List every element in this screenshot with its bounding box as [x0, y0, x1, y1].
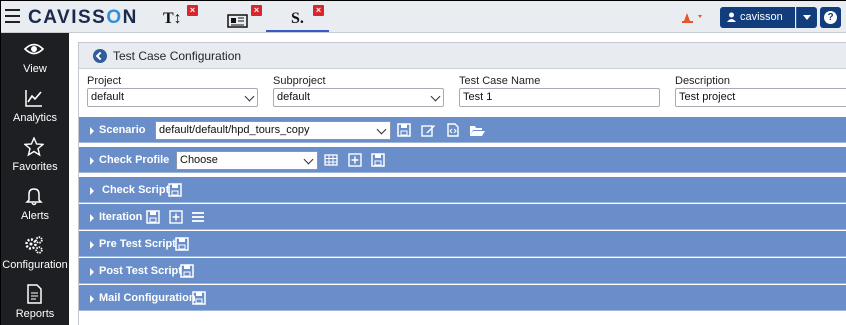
- save-icon[interactable]: [146, 210, 160, 224]
- news-icon: [227, 14, 248, 28]
- sidebar-item-analytics[interactable]: Analytics: [1, 84, 69, 132]
- bell-icon: [25, 188, 43, 206]
- eye-icon: [24, 43, 44, 55]
- expand-caret-icon: [90, 187, 94, 195]
- user-icon: [727, 12, 736, 22]
- save-icon[interactable]: [168, 183, 182, 197]
- chevron-down-icon: [376, 124, 387, 135]
- section-iteration[interactable]: Iteration: [79, 204, 846, 230]
- sidebar-item-label: Reports: [15, 308, 55, 320]
- page-title: Test Case Configuration: [113, 49, 242, 63]
- sidebar-item-alerts[interactable]: Alerts: [1, 182, 69, 230]
- edit-icon[interactable]: [421, 123, 435, 137]
- add-icon[interactable]: [348, 153, 362, 167]
- hamburger-menu-icon[interactable]: [5, 9, 20, 23]
- brand-logo: CAVISSON: [28, 7, 138, 28]
- list-icon[interactable]: [191, 210, 205, 224]
- expand-caret-icon: [90, 268, 94, 276]
- panel-header: Test Case Configuration: [79, 43, 846, 69]
- section-title: Scenario: [99, 124, 146, 136]
- section-post-test-script[interactable]: Post Test Script: [79, 258, 846, 284]
- section-title: Pre Test Script: [99, 238, 176, 250]
- sidebar-item-reports[interactable]: Reports: [1, 280, 69, 325]
- section-scenario[interactable]: Scenario default/default/hpd_tours_copy: [79, 117, 846, 143]
- save-icon[interactable]: [175, 237, 189, 251]
- section-title: Check Script: [102, 184, 170, 196]
- description-label: Description: [675, 75, 731, 87]
- scenario-select[interactable]: default/default/hpd_tours_copy: [155, 121, 391, 140]
- save-icon[interactable]: [397, 123, 411, 137]
- sidebar-item-label: Configuration: [2, 259, 68, 271]
- gears-icon: [25, 236, 43, 254]
- section-check-profile[interactable]: Check Profile Choose: [79, 147, 846, 173]
- code-file-icon[interactable]: [446, 123, 460, 137]
- subproject-label: Subproject: [273, 75, 326, 87]
- test-case-name-label: Test Case Name: [459, 75, 541, 87]
- section-title: Post Test Script: [99, 265, 182, 277]
- chevron-down-icon: [244, 91, 255, 102]
- back-arrow-icon[interactable]: [93, 49, 107, 63]
- analytics-icon: [25, 90, 42, 107]
- user-menu-button[interactable]: cavisson: [720, 7, 795, 28]
- save-icon[interactable]: [192, 291, 206, 305]
- section-check-script[interactable]: Check Script: [79, 177, 846, 203]
- test-case-config-panel: Test Case Configuration Project default …: [78, 42, 846, 325]
- help-icon: ?: [824, 11, 837, 24]
- save-icon[interactable]: [180, 264, 194, 278]
- expand-caret-icon: [90, 295, 94, 303]
- section-title: Iteration: [99, 211, 143, 223]
- script-icon: S.: [291, 10, 304, 27]
- expand-caret-icon: [90, 241, 94, 249]
- sidebar-item-view[interactable]: View: [1, 35, 69, 83]
- star-icon: [24, 137, 44, 157]
- expand-caret-icon: [90, 214, 94, 222]
- sidebar: View Analytics Favorites Alerts Configur…: [1, 33, 69, 325]
- expand-caret-icon: [90, 157, 94, 165]
- close-tab-icon[interactable]: ×: [187, 5, 198, 16]
- sidebar-item-label: View: [23, 63, 47, 75]
- tab-script[interactable]: S. ×: [266, 5, 329, 32]
- section-mail-configuration[interactable]: Mail Configuration: [79, 285, 846, 311]
- section-pre-test-script[interactable]: Pre Test Script: [79, 231, 846, 257]
- description-input[interactable]: Test project: [675, 88, 846, 107]
- sidebar-item-label: Alerts: [20, 210, 50, 222]
- user-dropdown-caret-icon[interactable]: [796, 7, 817, 28]
- check-profile-select[interactable]: Choose: [176, 151, 318, 170]
- sidebar-item-label: Favorites: [12, 161, 58, 173]
- table-icon[interactable]: [324, 153, 338, 167]
- open-folder-icon[interactable]: [469, 123, 485, 137]
- close-tab-icon[interactable]: ×: [251, 5, 262, 16]
- report-icon: [27, 284, 42, 304]
- sidebar-item-favorites[interactable]: Favorites: [1, 133, 69, 181]
- add-icon[interactable]: [169, 210, 183, 224]
- subproject-select[interactable]: default: [273, 88, 444, 107]
- project-label: Project: [87, 75, 122, 87]
- chevron-down-icon: [303, 154, 314, 165]
- sidebar-item-configuration[interactable]: Configuration: [1, 231, 69, 279]
- chevron-down-icon: [430, 91, 441, 102]
- project-select[interactable]: default: [87, 88, 258, 107]
- text-tool-icon: T↕: [163, 10, 182, 27]
- save-icon[interactable]: [371, 153, 385, 167]
- tab-text-tool[interactable]: T↕ ×: [163, 5, 203, 32]
- expand-caret-icon: [90, 127, 94, 135]
- sidebar-item-label: Analytics: [12, 112, 58, 124]
- close-tab-icon[interactable]: ×: [313, 5, 324, 16]
- username-label: cavisson: [740, 11, 783, 23]
- top-bar: CAVISSON T↕ × × S. × cavisson ?: [1, 1, 846, 33]
- test-case-name-input[interactable]: Test 1: [459, 88, 660, 107]
- section-title: Check Profile: [99, 154, 170, 166]
- alarm-icon[interactable]: [681, 9, 707, 25]
- tab-news[interactable]: ×: [227, 5, 267, 32]
- help-button[interactable]: ?: [820, 7, 841, 28]
- section-title: Mail Configuration: [99, 292, 196, 304]
